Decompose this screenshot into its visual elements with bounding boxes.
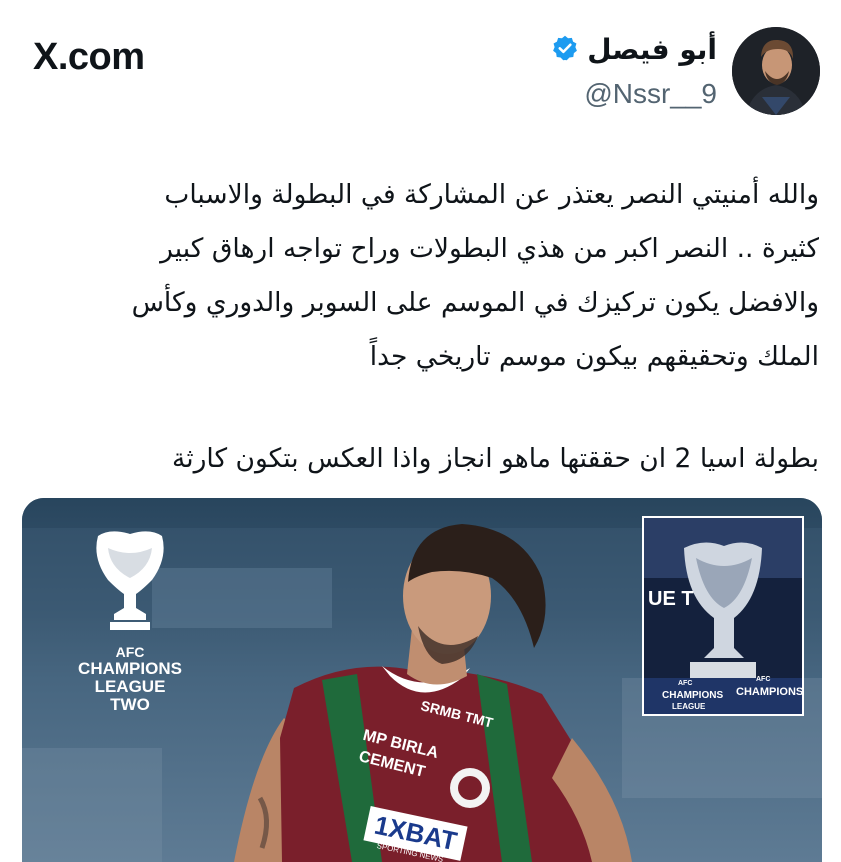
inset-afc-label-2: AFC — [756, 676, 771, 683]
avatar-photo — [732, 27, 820, 115]
afc-label: AFC — [115, 644, 145, 660]
inset-champions-label-2: CHAMPIONS — [736, 686, 804, 698]
tweet-text: والله أمنيتي النصر يعتذر عن المشاركة في … — [19, 168, 819, 486]
tweet-line: والله أمنيتي النصر يعتذر عن المشاركة في … — [164, 179, 819, 210]
author-name-row: أبو فيصل — [551, 33, 717, 66]
inset-trophy-icon — [644, 518, 802, 714]
tweet-line: والافضل يكون تركيزك في الموسم على السوبر… — [131, 287, 819, 318]
afc-cl2-logo: AFC CHAMPIONS LEAGUE TWO — [70, 528, 190, 714]
inset-afc-label: AFC — [678, 680, 693, 687]
tweet-media-image[interactable]: AFC CHAMPIONS LEAGUE TWO SRMB TMT MP BIR… — [22, 498, 822, 862]
trophy-icon — [96, 531, 164, 630]
tweet-line: كثيرة .. النصر اكبر من هذي البطولات وراح… — [160, 233, 819, 264]
tweet-line: الملك وتحقيقهم بيكون موسم تاريخي جداً — [369, 341, 819, 372]
user-handle[interactable]: @Nssr__9 — [584, 78, 717, 110]
verified-badge-icon — [551, 34, 579, 66]
inset-trophy-photo: UE T AFC CHAMPIONS LEAGUE AFC CHAMPIONS — [642, 516, 804, 716]
inset-league-label: LEAGUE — [672, 702, 706, 711]
two-label: TWO — [110, 695, 150, 714]
tweet-line: بطولة اسيا 2 ان حققتها ماهو انجاز واذا ا… — [172, 443, 819, 474]
inset-champions-label: CHAMPIONS — [662, 690, 724, 701]
display-name[interactable]: أبو فيصل — [587, 33, 717, 66]
inset-banner-text: UE T — [648, 588, 694, 610]
champions-label: CHAMPIONS — [78, 659, 182, 678]
avatar[interactable] — [732, 27, 820, 115]
league-label: LEAGUE — [94, 677, 166, 696]
x-logo[interactable]: X.com — [33, 36, 145, 79]
